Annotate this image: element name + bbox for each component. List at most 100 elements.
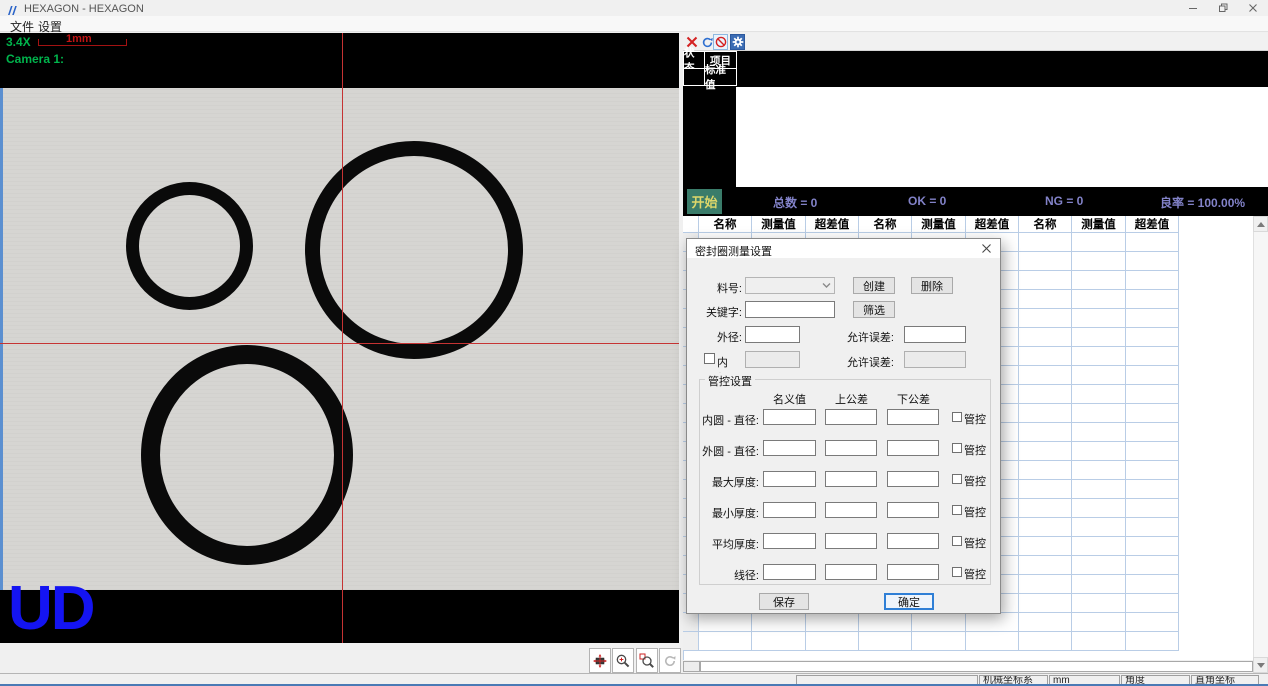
result-cell: [1126, 518, 1179, 537]
result-cell: [1019, 575, 1072, 594]
upper-input[interactable]: [825, 564, 877, 580]
nominal-input[interactable]: [763, 533, 816, 549]
control-settings-label: 管控设置: [705, 373, 755, 389]
vertical-scrollbar[interactable]: [1253, 216, 1268, 673]
reference-table-column: [683, 85, 736, 187]
control-checkbox[interactable]: [952, 536, 962, 546]
result-cell: [1126, 309, 1179, 328]
lower-input[interactable]: [887, 440, 939, 456]
result-cell: [1072, 347, 1126, 366]
panel-background: [736, 87, 1268, 187]
zoom-region-button[interactable]: [636, 648, 658, 673]
result-cell: [1019, 366, 1072, 385]
horizontal-scrollbar[interactable]: [700, 661, 1253, 672]
result-cell: [1019, 632, 1072, 651]
result-cell: [912, 632, 966, 651]
upper-input[interactable]: [825, 471, 877, 487]
control-checkbox[interactable]: [952, 443, 962, 453]
create-button[interactable]: 创建: [853, 277, 895, 294]
camera-image: [0, 88, 679, 590]
status-field-empty: [796, 675, 978, 685]
control-row-label: 平均厚度:: [687, 536, 759, 552]
result-cell: [1126, 366, 1179, 385]
control-checkbox[interactable]: [952, 412, 962, 422]
ok-button[interactable]: 确定: [884, 593, 934, 610]
control-row-label: 内圆 - 直径:: [687, 412, 759, 428]
scroll-up-icon[interactable]: [1253, 216, 1268, 232]
result-cell: [1019, 252, 1072, 271]
refresh-view-button[interactable]: [659, 648, 681, 673]
result-cell: [1072, 309, 1126, 328]
results-column-header: 测量值: [1072, 216, 1126, 233]
control-checkbox-label: 管控: [964, 442, 986, 458]
nominal-input[interactable]: [763, 502, 816, 518]
window-title: HEXAGON - HEXAGON: [24, 3, 144, 15]
zoom-crosshair-button[interactable]: [612, 648, 634, 673]
result-cell: [966, 632, 1019, 651]
keyword-input[interactable]: [745, 301, 835, 318]
seal-ring-large: [305, 141, 523, 359]
inner-diameter-input[interactable]: [745, 351, 800, 368]
ref-header-standard: 标准值: [704, 68, 737, 86]
control-row-label: 最大厚度:: [687, 474, 759, 490]
upper-input[interactable]: [825, 533, 877, 549]
upper-input[interactable]: [825, 502, 877, 518]
outer-diameter-input[interactable]: [745, 326, 800, 343]
result-cell: [1072, 594, 1126, 613]
control-checkbox[interactable]: [952, 505, 962, 515]
seal-ring-small: [126, 182, 253, 310]
lower-input[interactable]: [887, 533, 939, 549]
upper-input[interactable]: [825, 409, 877, 425]
result-cell: [1072, 499, 1126, 518]
result-cell: [1019, 461, 1072, 480]
close-window-icon[interactable]: [1238, 0, 1268, 16]
control-checkbox[interactable]: [952, 567, 962, 577]
center-camera-button[interactable]: [589, 648, 611, 673]
minimize-button[interactable]: [1178, 0, 1208, 16]
dialog-close-icon[interactable]: [980, 242, 993, 255]
camera-edge-artifact: [0, 88, 3, 590]
row-header-cell: [683, 613, 699, 632]
nominal-input[interactable]: [763, 409, 816, 425]
result-cell: [1126, 442, 1179, 461]
outer-tolerance-input[interactable]: [904, 326, 966, 343]
seal-ring-bottom: [141, 345, 353, 565]
result-cell: [1126, 461, 1179, 480]
restore-button[interactable]: [1208, 0, 1238, 16]
result-cell: [1072, 423, 1126, 442]
yield-rate: 良率 = 100.00%: [1160, 194, 1245, 211]
inner-diameter-checkbox[interactable]: [704, 353, 715, 364]
gear-icon[interactable]: [730, 34, 745, 50]
results-column-header: 超差值: [1126, 216, 1179, 233]
start-button[interactable]: 开始: [687, 189, 722, 214]
result-cell: [1126, 252, 1179, 271]
table-row: [683, 613, 1180, 632]
inner-tolerance-input[interactable]: [904, 351, 966, 368]
result-cell: [1072, 632, 1126, 651]
upper-tol-column-header: 上公差: [825, 391, 878, 407]
save-button[interactable]: 保存: [759, 593, 809, 610]
control-row-label: 线径:: [687, 567, 759, 583]
nominal-input[interactable]: [763, 440, 816, 456]
filter-button[interactable]: 筛选: [853, 301, 895, 318]
lower-input[interactable]: [887, 502, 939, 518]
nominal-input[interactable]: [763, 564, 816, 580]
lower-input[interactable]: [887, 471, 939, 487]
title-bar: HEXAGON - HEXAGON: [0, 0, 1268, 16]
result-cell: [1072, 613, 1126, 632]
magnification-label: 3.4X: [6, 35, 31, 49]
results-column-header: 名称: [1019, 216, 1072, 233]
nominal-input[interactable]: [763, 471, 816, 487]
crosshair-horizontal-line: [0, 343, 679, 344]
stop-icon[interactable]: [713, 34, 728, 50]
control-checkbox[interactable]: [952, 474, 962, 484]
lower-input[interactable]: [887, 564, 939, 580]
part-number-dropdown[interactable]: [745, 277, 835, 294]
lower-input[interactable]: [887, 409, 939, 425]
upper-input[interactable]: [825, 440, 877, 456]
result-cell: [1072, 537, 1126, 556]
scroll-down-icon[interactable]: [1253, 657, 1268, 673]
results-column-header: 测量值: [912, 216, 966, 233]
delete-button[interactable]: 删除: [911, 277, 953, 294]
measure-toolbar: [683, 33, 1268, 51]
